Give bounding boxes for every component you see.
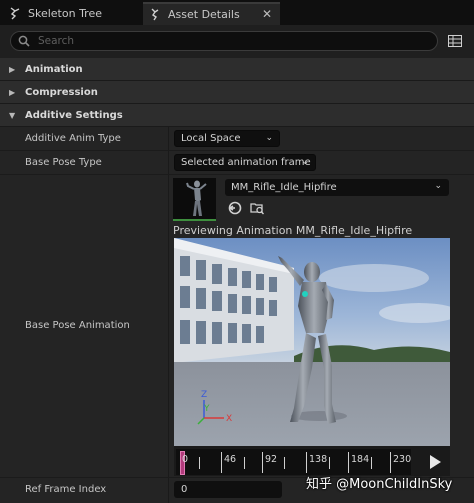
column-divider[interactable] — [168, 127, 169, 150]
browse-asset-icon[interactable] — [249, 200, 265, 216]
tick — [284, 457, 285, 469]
search-row: Search — [0, 25, 474, 58]
tab-label: Asset Details — [168, 8, 240, 21]
chevron-down-icon: ⌄ — [434, 181, 442, 191]
category-label: Animation — [25, 63, 83, 75]
tick — [244, 457, 245, 469]
viewport-scene: Z X Y — [174, 238, 450, 446]
search-input[interactable]: Search — [10, 31, 438, 51]
tick-label: 92 — [265, 454, 278, 465]
column-divider[interactable] — [168, 478, 169, 503]
tick-label: 138 — [309, 454, 328, 465]
base-pose-type-combo[interactable]: Selected animation frame ⌄ — [174, 154, 316, 171]
combo-value: Local Space — [181, 133, 241, 144]
tick-label: 0 — [182, 454, 189, 465]
search-placeholder: Search — [38, 35, 75, 47]
category-label: Additive Settings — [25, 109, 123, 121]
chevron-down-icon: ⌄ — [265, 133, 273, 143]
asset-thumbnail[interactable] — [173, 178, 216, 221]
property-label: Additive Anim Type — [25, 133, 121, 144]
gizmo-z-label: Z — [201, 390, 207, 400]
tab-label: Skeleton Tree — [28, 7, 102, 20]
asset-name: MM_Rifle_Idle_Hipfire — [231, 182, 337, 193]
category-label: Compression — [25, 86, 98, 98]
tick — [390, 452, 391, 473]
property-row-additive-anim-type: Additive Anim Type Local Space ⌄ — [0, 127, 474, 151]
play-icon[interactable] — [430, 455, 441, 469]
tick — [221, 452, 222, 473]
category-animation[interactable]: ▶ Animation — [0, 58, 474, 81]
preview-label: Previewing Animation MM_Rifle_Idle_Hipfi… — [173, 224, 413, 237]
chevron-right-icon: ▶ — [9, 87, 16, 97]
table-view-icon[interactable] — [448, 35, 462, 47]
animation-preview-viewport[interactable]: Z X Y — [174, 238, 450, 446]
timeline-scrubber[interactable]: 0 46 92 138 184 230 — [174, 446, 450, 476]
tick-label: 184 — [351, 454, 370, 465]
close-icon[interactable]: ✕ — [262, 7, 272, 21]
use-selected-asset-icon[interactable] — [227, 200, 243, 216]
chevron-down-icon: ⌄ — [301, 157, 309, 167]
category-compression[interactable]: ▶ Compression — [0, 81, 474, 104]
property-label: Base Pose Animation — [25, 320, 130, 331]
tab-asset-details[interactable]: Asset Details ✕ — [143, 2, 280, 25]
skeleton-icon — [8, 7, 22, 21]
gizmo-y-label: Y — [203, 404, 210, 414]
column-divider[interactable] — [168, 151, 169, 174]
chevron-right-icon: ▶ — [9, 64, 16, 74]
column-divider[interactable] — [168, 175, 169, 477]
property-row-base-pose-type: Base Pose Type Selected animation frame … — [0, 151, 474, 175]
chevron-down-icon: ▼ — [9, 110, 16, 120]
watermark: 知乎 @MoonChildInSky — [306, 477, 453, 492]
tick — [262, 452, 263, 473]
details-icon — [148, 8, 162, 22]
property-label: Base Pose Type — [25, 157, 102, 168]
category-additive-settings[interactable]: ▼ Additive Settings — [0, 104, 474, 127]
property-label: Ref Frame Index — [25, 484, 107, 495]
tick — [348, 452, 349, 473]
combo-value: Selected animation frame — [181, 157, 311, 168]
gizmo-x-label: X — [226, 414, 232, 424]
timeline-track[interactable]: 0 46 92 138 184 230 — [176, 449, 411, 475]
tab-skeleton-tree[interactable]: Skeleton Tree — [3, 2, 138, 25]
ref-frame-index-input[interactable]: 0 — [174, 481, 282, 498]
animation-asset-picker[interactable]: MM_Rifle_Idle_Hipfire ⌄ — [225, 179, 449, 196]
tick — [329, 457, 330, 469]
search-icon — [16, 33, 32, 49]
tick-label: 46 — [224, 454, 237, 465]
tick — [199, 457, 200, 469]
tick — [306, 452, 307, 473]
tick — [371, 457, 372, 469]
tick-label: 230 — [393, 454, 412, 465]
tab-bar: Skeleton Tree Asset Details ✕ — [0, 0, 474, 25]
additive-anim-type-combo[interactable]: Local Space ⌄ — [174, 130, 280, 147]
